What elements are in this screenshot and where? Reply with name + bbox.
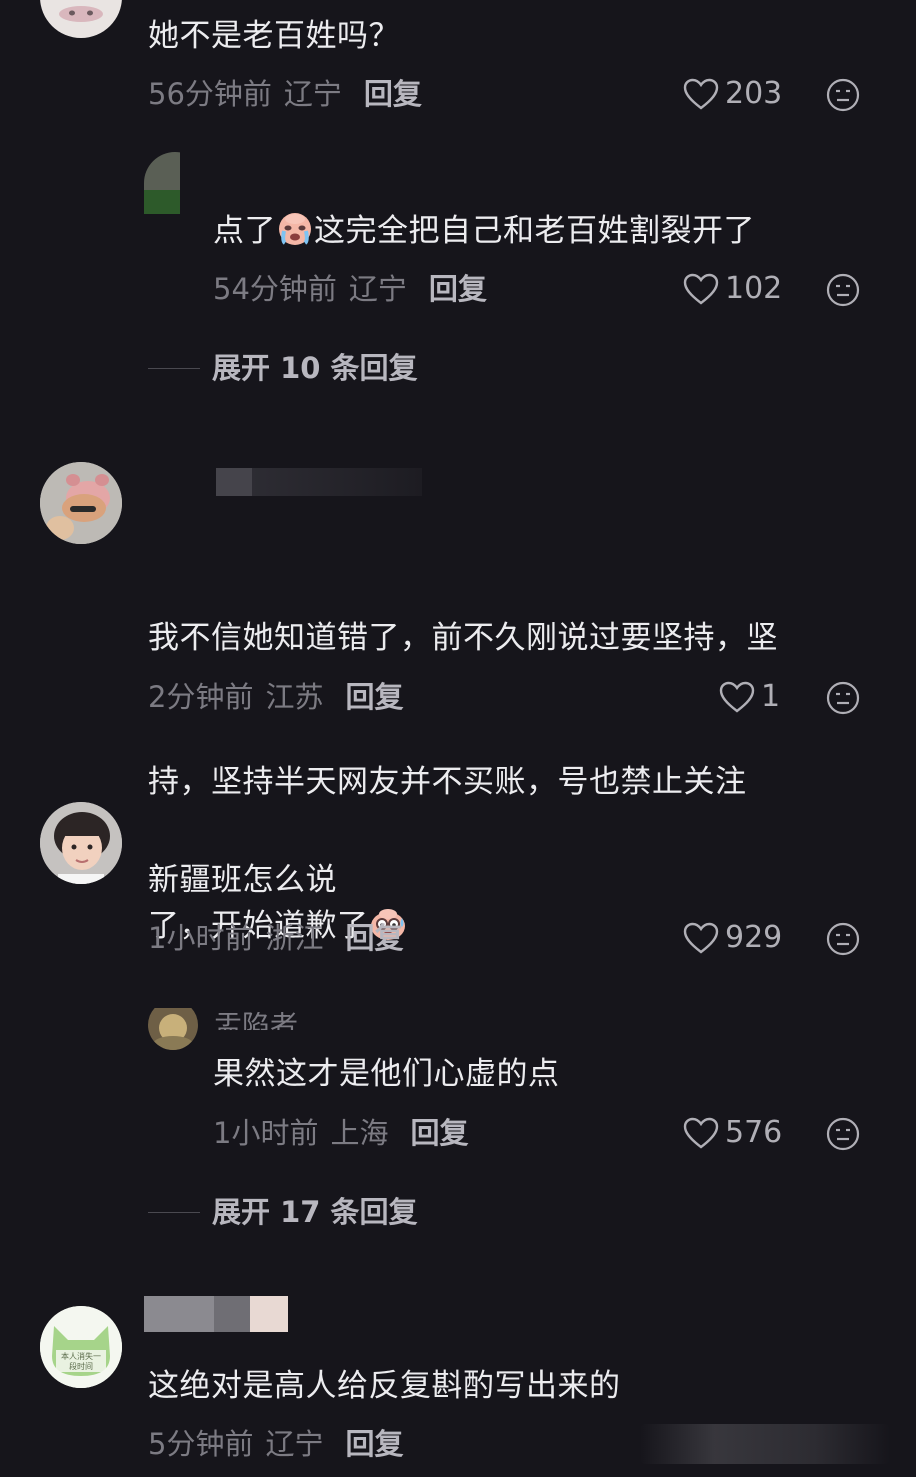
comment-text: 点了 这完全把自己和老百姓割裂开了 (213, 207, 755, 255)
like-button[interactable]: 203 (683, 74, 782, 114)
comment-meta: 1小时前 上海 回复 (213, 1113, 468, 1153)
comment-text-part: 这完全把自己和老百姓割裂开了 (314, 213, 755, 249)
comment-location: 江苏 (265, 680, 324, 714)
like-button[interactable]: 576 (683, 1113, 782, 1153)
comment-location: 辽宁 (283, 77, 342, 111)
like-count: 203 (725, 76, 783, 111)
comment-time: 1小时前 (213, 1116, 319, 1150)
avatar[interactable] (40, 802, 122, 884)
comment-time: 56分钟前 (148, 77, 272, 111)
expand-replies-button[interactable]: 展开 10 条回复 (148, 348, 418, 388)
comment-location: 辽宁 (265, 1427, 324, 1461)
heart-icon (683, 273, 719, 305)
comment-text-line: 持，坚持半天网友并不买账，号也禁止关注 (148, 764, 747, 800)
comment-text-line: 我不信她知道错了，前不久刚说过要坚持，坚 (148, 620, 778, 656)
like-count: 102 (725, 271, 783, 306)
avatar[interactable] (144, 152, 180, 214)
comment-text: 她不是老百姓吗？ (148, 18, 400, 54)
comment-text-part: 点了 (213, 213, 276, 249)
heart-icon (683, 78, 719, 110)
dislike-face-icon[interactable] (826, 922, 860, 956)
like-count: 576 (725, 1115, 783, 1150)
avatar[interactable]: 本人消失一 段时间 (40, 1306, 122, 1388)
avatar-image (144, 152, 180, 214)
reply-button[interactable]: 回复 (345, 1424, 403, 1464)
reply-button[interactable]: 回复 (429, 269, 487, 309)
like-count: 1 (761, 679, 781, 714)
comment-time: 1小时前 (148, 921, 254, 955)
avatar-image (59, 6, 103, 22)
reply-button[interactable]: 回复 (345, 918, 403, 958)
reply-button[interactable]: 回复 (364, 74, 422, 114)
comment-meta: 1小时前 浙江 回复 (148, 918, 403, 958)
dislike-face-icon[interactable] (826, 273, 860, 307)
avatar[interactable] (40, 0, 122, 38)
crying-emoji-icon (279, 213, 311, 245)
comment-time: 5分钟前 (148, 1427, 254, 1461)
comment-text: 果然这才是他们心虚的点 (213, 1056, 560, 1092)
comment-text: 新疆班怎么说 (148, 862, 337, 898)
like-button[interactable]: 1 (719, 677, 780, 717)
heart-icon (719, 681, 755, 713)
dislike-face-icon[interactable] (826, 681, 860, 715)
comment-meta: 2分钟前 江苏 回复 (148, 677, 403, 717)
watermark (640, 1424, 890, 1464)
comment-meta: 5分钟前 辽宁 回复 (148, 1424, 403, 1464)
like-button[interactable]: 929 (683, 918, 782, 958)
heart-icon (683, 922, 719, 954)
reply-button[interactable]: 回复 (345, 677, 403, 717)
comment-location: 浙江 (265, 921, 324, 955)
avatar-image (40, 802, 122, 884)
divider (148, 367, 200, 369)
comment-time: 54分钟前 (213, 272, 337, 306)
like-count: 929 (725, 920, 783, 955)
comment-location: 上海 (330, 1116, 389, 1150)
comment-meta: 56分钟前 辽宁 回复 (148, 74, 422, 114)
expand-replies-label: 展开 10 条回复 (212, 351, 418, 385)
expand-replies-button[interactable]: 展开 17 条回复 (148, 1192, 418, 1232)
comment-meta: 54分钟前 辽宁 回复 (213, 269, 487, 309)
username-partial[interactable]: 盂陷者 (214, 1012, 298, 1030)
comment-time: 2分钟前 (148, 680, 254, 714)
reply-button[interactable]: 回复 (410, 1113, 468, 1153)
avatar-image (148, 1008, 198, 1050)
avatar-badge-line: 段时间 (69, 1361, 93, 1371)
expand-replies-label: 展开 17 条回复 (212, 1195, 418, 1229)
comment-text: 这绝对是高人给反复斟酌写出来的 (148, 1368, 621, 1404)
comment-location: 辽宁 (348, 272, 407, 306)
avatar-image: 本人消失一 段时间 (40, 1306, 122, 1388)
avatar-badge-line: 本人消失一 (61, 1351, 101, 1361)
dislike-face-icon[interactable] (826, 1117, 860, 1151)
avatar[interactable] (40, 462, 122, 544)
dislike-face-icon[interactable] (826, 78, 860, 112)
avatar-image (40, 462, 122, 544)
username-blurred (144, 1296, 288, 1332)
like-button[interactable]: 102 (683, 269, 782, 309)
avatar[interactable] (148, 1008, 198, 1050)
username-blurred (216, 468, 422, 496)
heart-icon (683, 1117, 719, 1149)
divider (148, 1211, 200, 1213)
